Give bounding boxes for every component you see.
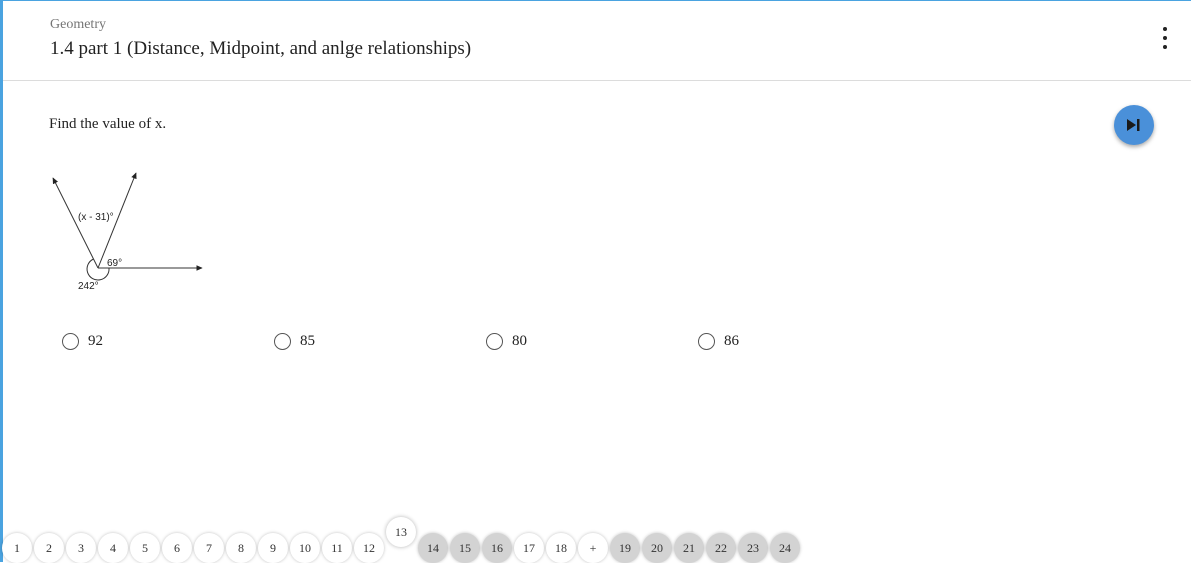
assignment-header: Geometry 1.4 part 1 (Distance, Midpoint,… bbox=[3, 1, 1191, 81]
angle-label-right: 69° bbox=[107, 258, 122, 269]
problem-nav-item[interactable]: 2 bbox=[34, 533, 64, 563]
problem-nav-item[interactable]: 23 bbox=[738, 533, 768, 563]
choice-label: 85 bbox=[300, 332, 315, 349]
problem-nav-item[interactable]: 9 bbox=[258, 533, 288, 563]
problem-nav-item[interactable]: 19 bbox=[610, 533, 640, 563]
course-name: Geometry bbox=[50, 17, 106, 32]
answer-choice[interactable]: 80 bbox=[486, 331, 527, 351]
angle-label-reflex: 242° bbox=[78, 281, 99, 292]
problem-nav-item[interactable]: 4 bbox=[98, 533, 128, 563]
more-vertical-icon[interactable] bbox=[1159, 27, 1171, 49]
answer-choice[interactable]: 85 bbox=[274, 331, 315, 351]
problem-nav-item[interactable]: 10 bbox=[290, 533, 320, 563]
ray-left bbox=[52, 177, 99, 269]
radio-button[interactable] bbox=[698, 332, 715, 350]
problem-nav-item[interactable]: 17 bbox=[514, 533, 544, 563]
angle-figure: (x - 31)° 69° 242° bbox=[52, 172, 203, 292]
reflex-angle-arc bbox=[86, 258, 110, 281]
problem-nav-item[interactable]: 15 bbox=[450, 533, 480, 563]
problem-nav-item[interactable]: 21 bbox=[674, 533, 704, 563]
problem-nav-item[interactable]: 16 bbox=[482, 533, 512, 563]
problem-nav-item[interactable]: 20 bbox=[642, 533, 672, 563]
answer-choice[interactable]: 92 bbox=[62, 331, 103, 351]
problem-nav-item[interactable]: 11 bbox=[322, 533, 352, 563]
radio-button[interactable] bbox=[274, 332, 291, 350]
answer-choice[interactable]: 86 bbox=[698, 331, 739, 351]
choice-label: 86 bbox=[724, 332, 739, 349]
problem-nav-item[interactable]: 5 bbox=[130, 533, 160, 563]
problem-navigation: 1 2 3 4 5 6 7 8 9 10 11 12 13 14 15 16 17 18 +19 20 21 22 23 24 bbox=[0, 515, 1191, 563]
problem-nav-item[interactable]: 7 bbox=[194, 533, 224, 563]
choice-label: 92 bbox=[88, 332, 103, 349]
problem-nav-item[interactable]: 8 bbox=[226, 533, 256, 563]
problem-nav-item[interactable]: 12 bbox=[354, 533, 384, 563]
problem-nav-item[interactable]: 13 bbox=[386, 517, 416, 547]
problem-nav-item[interactable]: 6 bbox=[162, 533, 192, 563]
angle-label-top: (x - 31)° bbox=[78, 212, 114, 223]
radio-button[interactable] bbox=[486, 332, 503, 350]
problem-nav-item[interactable]: 24 bbox=[770, 533, 800, 563]
skip-next-icon bbox=[1127, 119, 1140, 131]
question-prompt: Find the value of x. bbox=[49, 116, 167, 132]
choice-label: 80 bbox=[512, 332, 527, 349]
problem-nav-item[interactable]: 22 bbox=[706, 533, 736, 563]
add-problem-button[interactable]: + bbox=[578, 533, 608, 563]
problem-nav-item[interactable]: 3 bbox=[66, 533, 96, 563]
radio-button[interactable] bbox=[62, 332, 79, 350]
problem-nav-item[interactable]: 1 bbox=[2, 533, 32, 563]
assignment-title: 1.4 part 1 (Distance, Midpoint, and anlg… bbox=[50, 38, 472, 59]
problem-nav-item[interactable]: 18 bbox=[546, 533, 576, 563]
skip-question-button[interactable] bbox=[1114, 105, 1154, 145]
problem-nav-item[interactable]: 14 bbox=[418, 533, 448, 563]
